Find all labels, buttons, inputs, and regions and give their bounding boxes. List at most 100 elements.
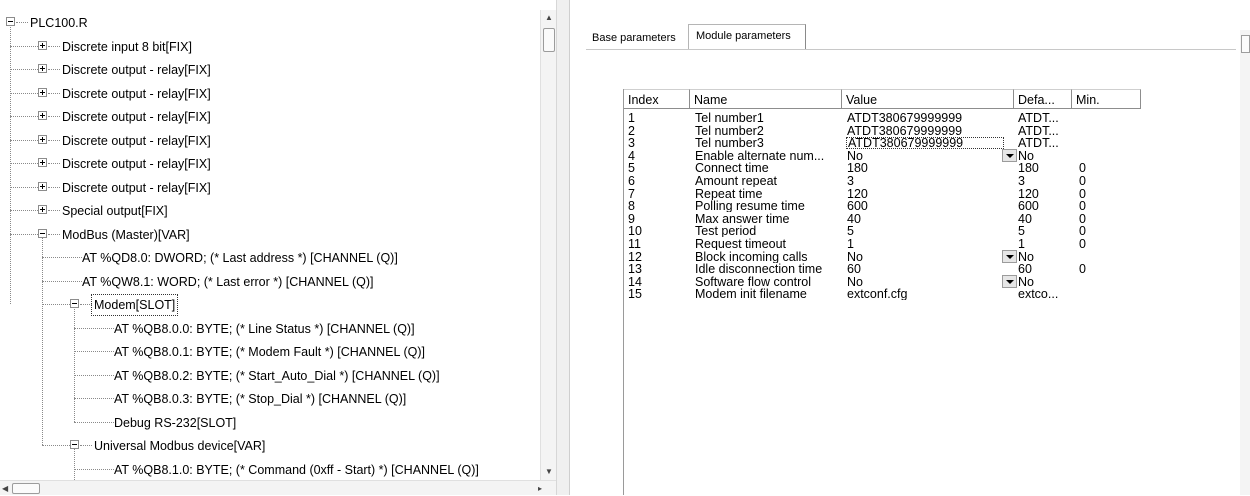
parameter-index-cell: 7 — [628, 187, 635, 200]
tree-node-label: Discrete output - relay[FIX] — [62, 133, 211, 148]
tree-collapse-icon[interactable] — [6, 17, 15, 26]
scroll-down-arrow-icon[interactable]: ▼ — [541, 464, 557, 480]
parameter-value-cell[interactable]: ATDT380679999999 — [847, 125, 1005, 137]
tree-node[interactable]: AT %QW8.1: WORD; (* Last error *) [CHANN… — [80, 272, 375, 292]
tree-vertical-scrollbar[interactable]: ▲ ▼ — [540, 10, 556, 480]
tree-connector-line — [74, 351, 114, 352]
parameter-value-cell[interactable]: ATDT380679999999 — [846, 137, 1004, 150]
tree-node-label: Universal Modbus device[VAR] — [94, 439, 266, 453]
dropdown-arrow-icon[interactable] — [1002, 274, 1017, 288]
dropdown-arrow-icon[interactable] — [1002, 148, 1017, 162]
tree-node[interactable]: Debug RS-232[SLOT] — [112, 413, 238, 433]
parameter-row[interactable]: 3 Tel number3 ATDT380679999999 ATDT... — [624, 137, 1144, 150]
tree-horizontal-scrollbar[interactable]: ◀ ▸ — [0, 480, 556, 495]
parameter-row[interactable]: 2 Tel number2 ATDT380679999999 ATDT... — [624, 125, 1144, 137]
parameters-scroll-thumb[interactable] — [1241, 35, 1250, 53]
tree-connector-line — [48, 186, 60, 188]
parameters-vertical-scrollbar[interactable] — [1240, 30, 1250, 495]
parameter-row[interactable]: 15 Modem init filename extconf.cfg extco... — [624, 288, 1144, 300]
parameter-value-cell[interactable]: 180 — [847, 162, 1005, 174]
column-header-min[interactable]: Min. — [1072, 89, 1141, 109]
parameter-value-cell[interactable]: 120 — [847, 188, 1005, 200]
scroll-left-arrow-icon[interactable]: ◀ — [2, 481, 8, 496]
tree-node[interactable]: Discrete output - relay[FIX] — [60, 107, 213, 127]
tree-connector-line — [48, 163, 60, 164]
tree-collapse-icon[interactable] — [70, 299, 79, 308]
tree-node[interactable]: AT %QB8.0.1: BYTE; (* Modem Fault *) [CH… — [112, 342, 427, 362]
tree-expand-icon[interactable] — [38, 87, 47, 97]
column-header-default[interactable]: Defa... — [1014, 89, 1072, 109]
parameter-value-cell[interactable]: ATDT380679999999 — [847, 112, 1005, 124]
parameter-row[interactable]: 12 Block incoming calls No No — [624, 249, 1144, 263]
tree-connector-line — [80, 445, 92, 446]
parameter-row[interactable]: 14 Software flow control No No — [624, 274, 1144, 288]
parameter-row[interactable]: 5 Connect time 180 180 0 — [624, 162, 1144, 174]
tab-base-parameters[interactable]: Base parameters — [586, 28, 686, 49]
tree-expand-icon[interactable] — [38, 134, 47, 144]
parameter-row[interactable]: 1 Tel number1 ATDT380679999999 ATDT... — [624, 112, 1144, 124]
tree-node-label: Discrete output - relay[FIX] — [62, 110, 211, 124]
tree-node[interactable]: AT %QB8.1.0: BYTE; (* Command (0xff - St… — [112, 460, 481, 480]
tree-node[interactable]: Discrete output - relay[FIX] — [60, 60, 213, 80]
parameter-row[interactable]: 4 Enable alternate num... No No — [624, 148, 1144, 162]
column-header-index[interactable]: Index — [624, 89, 690, 109]
parameter-row[interactable]: 9 Max answer time 40 40 0 — [624, 213, 1144, 225]
tree-node[interactable]: AT %QB8.0.3: BYTE; (* Stop_Dial *) [CHAN… — [112, 389, 408, 409]
parameter-value-cell[interactable]: extconf.cfg — [847, 288, 1005, 300]
tree-expand-icon[interactable] — [38, 158, 47, 167]
tree-node-label: Discrete output - relay[FIX] — [62, 157, 211, 171]
parameter-row[interactable]: 7 Repeat time 120 120 0 — [624, 188, 1144, 200]
parameter-row[interactable]: 13 Idle disconnection time 60 60 0 — [624, 263, 1144, 275]
tree-collapse-icon[interactable] — [70, 440, 79, 449]
parameter-value-cell[interactable]: 3 — [847, 175, 1005, 187]
parameter-value-cell[interactable]: No — [847, 150, 1005, 162]
tree-node[interactable]: Modem[SLOT] — [90, 294, 179, 316]
parameter-value-cell[interactable]: 1 — [847, 238, 1005, 250]
tree-node[interactable]: Discrete input 8 bit[FIX] — [60, 37, 194, 57]
tree-connector-line — [48, 92, 60, 94]
tree-expand-icon[interactable] — [38, 111, 47, 120]
parameter-row[interactable]: 10 Test period 5 5 0 — [624, 225, 1144, 237]
tree-node[interactable]: AT %QD8.0: DWORD; (* Last address *) [CH… — [80, 248, 400, 268]
tree-node-label: AT %QB8.1.0: BYTE; (* Command (0xff - St… — [114, 462, 479, 477]
tree-node[interactable]: ModBus (Master)[VAR] — [60, 225, 192, 245]
scroll-up-arrow-icon[interactable]: ▲ — [541, 10, 557, 26]
tree-node[interactable]: Universal Modbus device[VAR] — [92, 436, 267, 456]
tree-node-label: AT %QD8.0: DWORD; (* Last address *) [CH… — [82, 251, 398, 265]
tree-horizontal-scroll-thumb[interactable] — [12, 483, 40, 494]
tree-expand-icon[interactable] — [38, 205, 47, 214]
column-header-name[interactable]: Name — [690, 89, 842, 109]
tree-node[interactable]: Discrete output - relay[FIX] — [60, 84, 213, 104]
parameter-value-cell[interactable]: No — [847, 251, 1005, 263]
scroll-right-arrow-icon[interactable]: ▸ — [538, 481, 542, 496]
tree-node[interactable]: AT %QB8.0.0: BYTE; (* Line Status *) [CH… — [112, 319, 417, 339]
tree-expand-icon[interactable] — [38, 40, 47, 50]
tree-node[interactable]: Discrete output - relay[FIX] — [60, 154, 213, 174]
tree-node[interactable]: Special output[FIX] — [60, 201, 170, 221]
tree-expand-icon[interactable] — [38, 64, 47, 73]
parameter-value-cell[interactable]: 60 — [847, 263, 1005, 275]
parameter-value-cell[interactable]: 5 — [847, 225, 1005, 237]
tree-expand-icon[interactable] — [38, 181, 47, 191]
parameter-min-cell — [1079, 288, 1119, 300]
dropdown-arrow-icon[interactable] — [1002, 249, 1017, 263]
tree-connector-line — [74, 374, 114, 376]
tree-node[interactable]: AT %QB8.0.2: BYTE; (* Start_Auto_Dial *)… — [112, 366, 442, 386]
tree-vertical-scroll-thumb[interactable] — [543, 28, 555, 52]
parameter-value-cell[interactable]: No — [847, 276, 1005, 288]
parameter-row[interactable]: 6 Amount repeat 3 3 0 — [624, 175, 1144, 187]
parameter-value-cell[interactable]: 600 — [847, 200, 1005, 212]
column-header-value[interactable]: Value — [842, 89, 1014, 109]
parameter-row[interactable]: 11 Request timeout 1 1 0 — [624, 238, 1144, 250]
parameter-row[interactable]: 8 Polling resume time 600 600 0 — [624, 200, 1144, 212]
parameter-min-cell: 0 — [1079, 212, 1086, 225]
parameter-min-cell: 0 — [1079, 175, 1086, 187]
pane-splitter[interactable] — [556, 0, 570, 495]
tree-node[interactable]: Discrete output - relay[FIX] — [60, 178, 213, 198]
tree-connector-line — [10, 139, 38, 141]
tree-node[interactable]: Discrete output - relay[FIX] — [60, 131, 213, 151]
parameter-value-cell[interactable]: 40 — [847, 213, 1005, 225]
tree-collapse-icon[interactable] — [38, 228, 47, 238]
tab-module-parameters[interactable]: Module parameters — [688, 24, 806, 49]
tree-node[interactable]: PLC100.R — [28, 13, 90, 33]
